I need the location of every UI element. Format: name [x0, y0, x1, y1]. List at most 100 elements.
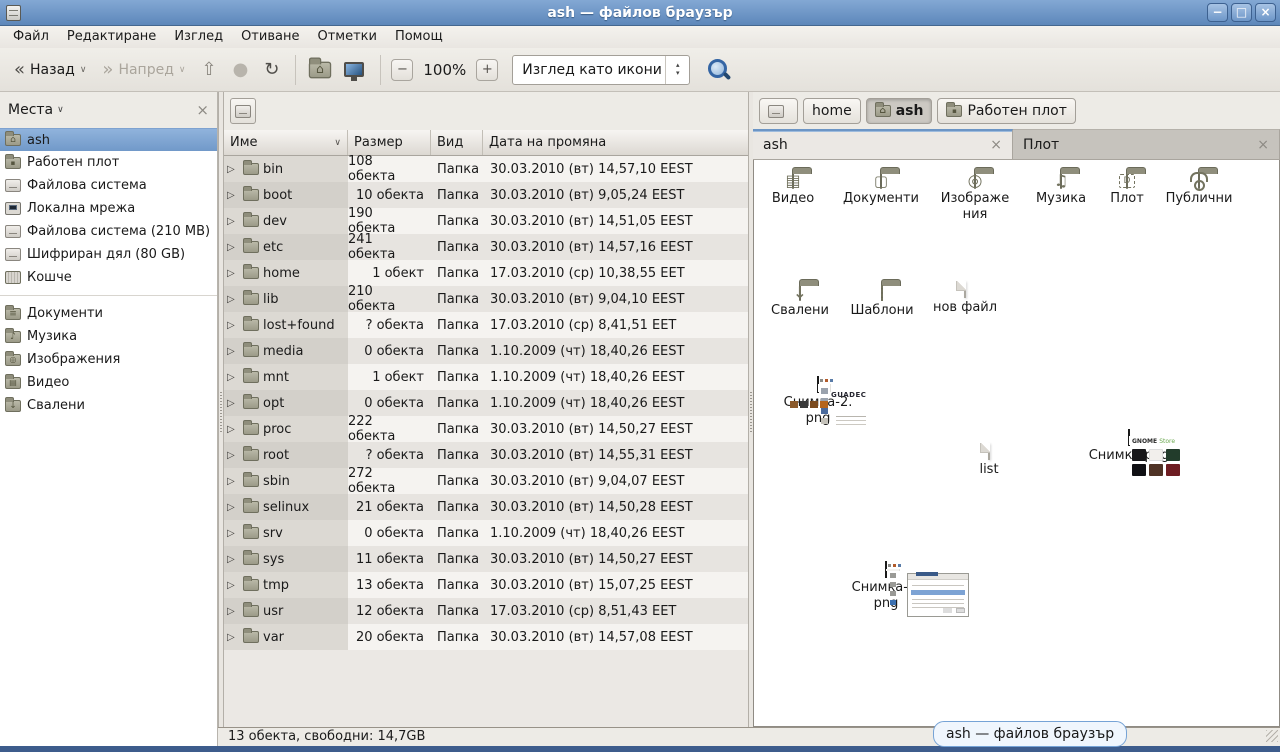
stop-button[interactable]: ● — [227, 54, 255, 86]
table-row[interactable]: home 1 обект Папка 17.03.2010 (ср) 10,38… — [224, 260, 748, 286]
folder-item-video[interactable]: Видео — [757, 173, 829, 207]
column-header-type[interactable]: Вид — [431, 130, 483, 155]
table-row[interactable]: dev 190 обекта Папка 30.03.2010 (вт) 14,… — [224, 208, 748, 234]
expand-arrow-icon[interactable] — [227, 164, 239, 175]
reload-button[interactable]: ↻ — [258, 54, 285, 86]
table-row[interactable]: proc 222 обекта Папка 30.03.2010 (вт) 14… — [224, 416, 748, 442]
filesystem-root-button[interactable] — [230, 98, 256, 124]
sidebar-place-item[interactable]: Документи — [0, 302, 217, 325]
tab-close-icon[interactable]: × — [1257, 137, 1269, 153]
breadcrumb-button[interactable]: Работен плот — [937, 98, 1075, 124]
table-row[interactable]: etc 241 обекта Папка 30.03.2010 (вт) 14,… — [224, 234, 748, 260]
menu-item[interactable]: Изглед — [165, 26, 232, 48]
back-button[interactable]: « Назад ∨ — [8, 54, 92, 86]
expand-arrow-icon[interactable] — [227, 424, 239, 435]
breadcrumb-button[interactable]: ash — [866, 98, 933, 124]
sidebar-place-item[interactable]: Музика — [0, 325, 217, 348]
table-row[interactable]: boot 10 обекта Папка 30.03.2010 (вт) 9,0… — [224, 182, 748, 208]
expand-arrow-icon[interactable] — [227, 190, 239, 201]
expand-arrow-icon[interactable] — [227, 398, 239, 409]
expand-arrow-icon[interactable] — [227, 320, 239, 331]
menu-item[interactable]: Отметки — [308, 26, 385, 48]
table-row[interactable]: lib 210 обекта Папка 30.03.2010 (вт) 9,0… — [224, 286, 748, 312]
table-row[interactable]: sbin 272 обекта Папка 30.03.2010 (вт) 9,… — [224, 468, 748, 494]
expand-arrow-icon[interactable] — [227, 242, 239, 253]
tab-close-icon[interactable]: × — [990, 137, 1002, 153]
table-row[interactable]: lost+found ? обекта Папка 17.03.2010 (ср… — [224, 312, 748, 338]
folder-item-public[interactable]: Публични — [1163, 173, 1235, 207]
sidebar-place-item[interactable]: Шифриран дял (80 GB) — [0, 243, 217, 266]
expand-arrow-icon[interactable] — [227, 606, 239, 617]
table-row[interactable]: selinux 21 обекта Папка 30.03.2010 (вт) … — [224, 494, 748, 520]
sidebar-place-item[interactable]: Файлова система — [0, 174, 217, 197]
sidebar-title[interactable]: Места — [8, 102, 53, 118]
menu-item[interactable]: Файл — [4, 26, 58, 48]
breadcrumb-button[interactable]: home — [803, 98, 861, 124]
sidebar-place-item[interactable]: Видео — [0, 371, 217, 394]
sidebar-close-button[interactable]: × — [196, 101, 209, 119]
zoom-in-button[interactable]: + — [476, 59, 498, 81]
home-button[interactable] — [306, 54, 334, 86]
expand-arrow-icon[interactable] — [227, 372, 239, 383]
zoom-out-button[interactable]: − — [391, 59, 413, 81]
tab-ash[interactable]: ash × — [753, 129, 1013, 159]
file-item-new-file[interactable]: нов файл — [929, 282, 1001, 316]
table-row[interactable]: var 20 обекта Папка 30.03.2010 (вт) 14,5… — [224, 624, 748, 650]
folder-item-documents[interactable]: Документи — [841, 173, 921, 207]
expand-arrow-icon[interactable] — [227, 502, 239, 513]
menu-item[interactable]: Помощ — [386, 26, 452, 48]
forward-button[interactable]: » Напред ∨ — [96, 54, 191, 86]
table-row[interactable]: mnt 1 обект Папка 1.10.2009 (чт) 18,40,2… — [224, 364, 748, 390]
expand-arrow-icon[interactable] — [227, 450, 239, 461]
expand-arrow-icon[interactable] — [227, 268, 239, 279]
tab-plot[interactable]: Плот × — [1013, 129, 1280, 159]
menu-item[interactable]: Редактиране — [58, 26, 165, 48]
expand-arrow-icon[interactable] — [227, 216, 239, 227]
table-row[interactable]: opt 0 обекта Папка 1.10.2009 (чт) 18,40,… — [224, 390, 748, 416]
expand-arrow-icon[interactable] — [227, 554, 239, 565]
menu-item[interactable]: Отиване — [232, 26, 308, 48]
search-button[interactable] — [706, 57, 732, 83]
folder-item-music[interactable]: Музика — [1025, 173, 1097, 207]
table-row[interactable]: sys 11 обекта Папка 30.03.2010 (вт) 14,5… — [224, 546, 748, 572]
taskbar-window-badge[interactable]: ash — файлов браузър — [933, 721, 1127, 747]
sidebar-place-item[interactable]: Файлова система (210 MB) — [0, 220, 217, 243]
table-row[interactable]: tmp 13 обекта Папка 30.03.2010 (вт) 15,0… — [224, 572, 748, 598]
expand-arrow-icon[interactable] — [227, 580, 239, 591]
image-item-snimka-1[interactable]: Снимка-1.png — [831, 562, 941, 613]
folder-item-desktop[interactable]: Плот — [1091, 173, 1163, 207]
close-button[interactable]: × — [1255, 3, 1276, 22]
resize-grip[interactable] — [1266, 730, 1278, 742]
table-row[interactable]: media 0 обекта Папка 1.10.2009 (чт) 18,4… — [224, 338, 748, 364]
sidebar-place-item[interactable]: Локална мрежа — [0, 197, 217, 220]
column-header-name[interactable]: Име ∨ — [224, 130, 348, 155]
maximize-button[interactable]: □ — [1231, 3, 1252, 22]
sidebar-place-item[interactable]: Кошче — [0, 266, 217, 289]
computer-button[interactable] — [338, 54, 370, 86]
expand-arrow-icon[interactable] — [227, 528, 239, 539]
breadcrumb-button[interactable] — [759, 98, 798, 124]
file-item-list[interactable]: list — [953, 444, 1025, 478]
expand-arrow-icon[interactable] — [227, 346, 239, 357]
expand-arrow-icon[interactable] — [227, 294, 239, 305]
folder-item-downloads[interactable]: Свалени — [764, 285, 836, 319]
sidebar-place-item[interactable]: ash — [0, 128, 217, 151]
table-row[interactable]: srv 0 обекта Папка 1.10.2009 (чт) 18,40,… — [224, 520, 748, 546]
sidebar-place-item[interactable]: Свалени — [0, 394, 217, 417]
column-header-date[interactable]: Дата на промяна — [483, 130, 748, 155]
up-button[interactable]: ⇧ — [195, 54, 222, 86]
expand-arrow-icon[interactable] — [227, 476, 239, 487]
image-item-snimka-2[interactable]: GUADEC Снимка-2.png — [763, 377, 873, 428]
column-header-size[interactable]: Размер — [348, 130, 431, 155]
view-mode-select[interactable]: Изглед като икони ▴▾ — [512, 55, 690, 85]
sidebar-place-item[interactable]: Работен плот — [0, 151, 217, 174]
table-row[interactable]: usr 12 обекта Папка 17.03.2010 (ср) 8,51… — [224, 598, 748, 624]
expand-arrow-icon[interactable] — [227, 632, 239, 643]
folder-item-images[interactable]: Изображения — [939, 173, 1011, 224]
folder-item-templates[interactable]: Шаблони — [846, 285, 918, 319]
minimize-button[interactable]: − — [1207, 3, 1228, 22]
table-row[interactable]: bin 108 обекта Папка 30.03.2010 (вт) 14,… — [224, 156, 748, 182]
sidebar-place-item[interactable]: Изображения — [0, 348, 217, 371]
table-row[interactable]: root ? обекта Папка 30.03.2010 (вт) 14,5… — [224, 442, 748, 468]
image-item-snimka[interactable]: GNOME Store Снимка.png — [1074, 430, 1184, 464]
